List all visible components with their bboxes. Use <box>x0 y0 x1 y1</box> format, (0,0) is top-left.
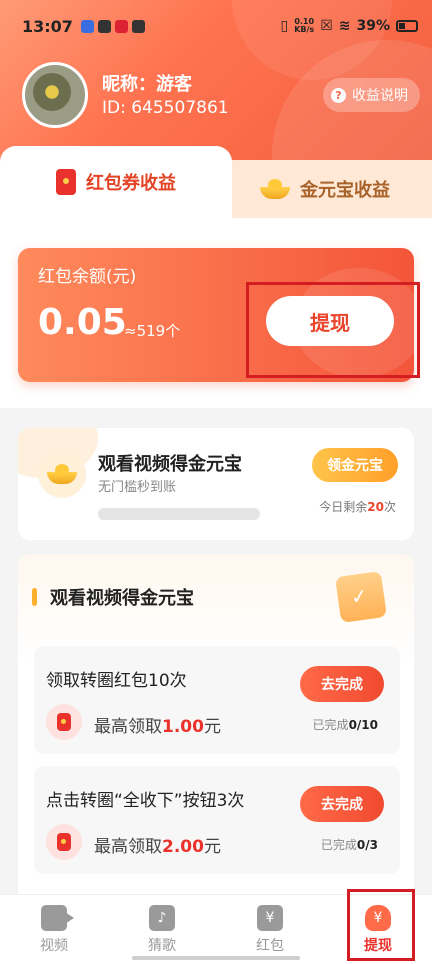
app-notification-icon <box>80 19 94 33</box>
reward-amount: 1.00 <box>162 717 204 737</box>
task-title: 领取转圈红包10次 <box>46 671 187 691</box>
nav-item-red-packet[interactable]: ¥ 红包 <box>216 895 324 964</box>
net-speed-unit: KB/s <box>294 25 315 34</box>
reward-icon <box>46 704 82 740</box>
home-indicator <box>132 956 300 960</box>
progress-prefix: 已完成 <box>312 718 349 732</box>
progress-prefix: 已完成 <box>320 838 357 852</box>
nav-label: 视频 <box>40 937 68 954</box>
reward-prefix: 最高领取 <box>94 837 162 857</box>
video-card-title: 观看视频得金元宝 <box>98 454 242 475</box>
red-packet-icon <box>57 713 71 731</box>
tab-red-packet-earnings[interactable]: 红包券收益 <box>0 146 232 218</box>
status-bar: 13:07 ▯ 0.10 KB/s ☒ ≋ 39% <box>0 0 432 52</box>
task-title: 点击转圈“全收下”按钮3次 <box>46 791 245 811</box>
highlight-box <box>246 282 420 378</box>
remaining-suffix: 次 <box>383 500 396 514</box>
reward-prefix: 最高领取 <box>94 717 162 737</box>
nav-item-video[interactable]: 视频 <box>0 895 108 964</box>
remaining-count: 今日剩余20次 <box>319 498 396 515</box>
vibrate-icon: ▯ <box>280 18 289 34</box>
app-notification-icon <box>114 19 128 33</box>
nickname: 昵称：游客 <box>102 74 192 95</box>
yuan-wallet-icon: ¥ <box>257 904 283 931</box>
remaining-prefix: 今日剩余 <box>319 500 368 514</box>
task-progress: 已完成0/3 <box>321 836 378 853</box>
earnings-help-button[interactable]: ? 收益说明 <box>323 78 420 112</box>
go-complete-button[interactable]: 去完成 <box>300 666 384 702</box>
gold-ingot-badge <box>38 450 86 498</box>
question-icon: ? <box>331 87 346 103</box>
video-progress-bar <box>98 508 260 520</box>
go-complete-button[interactable]: 去完成 <box>300 786 384 822</box>
sim-icon: ☒ <box>320 18 333 34</box>
nav-label: 红包 <box>256 937 284 954</box>
watch-video-card: 观看视频得金元宝 无门槛秒到账 领金元宝 今日剩余20次 <box>18 428 414 540</box>
progress-value: 0/3 <box>356 838 378 852</box>
reward-amount: 2.00 <box>162 837 204 857</box>
gold-ingot-icon <box>47 464 77 484</box>
battery-percent: 39% <box>356 18 390 34</box>
reward-unit: 元 <box>203 717 221 737</box>
remaining-value: 20 <box>367 500 384 514</box>
nav-label: 猜歌 <box>148 937 176 954</box>
red-packet-icon <box>57 833 71 851</box>
tab-gold-ingot-earnings[interactable]: 金元宝收益 <box>218 160 432 218</box>
video-icon <box>41 904 74 931</box>
tab-bar: 红包券收益 金元宝收益 <box>0 146 432 218</box>
highlight-box <box>347 889 415 961</box>
tiktok-icon <box>97 19 111 33</box>
avatar[interactable] <box>22 62 88 128</box>
section-accent-bar <box>32 588 37 606</box>
reward-icon <box>46 824 82 860</box>
net-speed: 0.10 KB/s <box>294 18 314 34</box>
video-card-subtitle: 无门槛秒到账 <box>98 480 177 495</box>
task-item: 领取转圈红包10次 最高领取1.00元 去完成 已完成0/10 <box>34 646 400 754</box>
reward-unit: 元 <box>203 837 221 857</box>
task-reward: 最高领取1.00元 <box>94 712 221 737</box>
progress-value: 0/10 <box>348 718 378 732</box>
tab-label: 金元宝收益 <box>300 180 390 201</box>
music-icon: ♪ <box>149 904 175 931</box>
user-id: ID: 645507861 <box>102 98 229 118</box>
gold-ingot-icon <box>260 179 290 199</box>
task-item: 点击转圈“全收下”按钮3次 最高领取2.00元 去完成 已完成0/3 <box>34 766 400 874</box>
balance-label: 红包余额(元) <box>38 267 137 287</box>
notification-icons <box>80 19 145 33</box>
battery-icon <box>396 20 418 32</box>
status-time: 13:07 <box>22 16 73 36</box>
calendar-check-icon <box>335 571 387 623</box>
balance-amount: 0.05 <box>38 302 127 343</box>
task-section: 观看视频得金元宝 领取转圈红包10次 最高领取1.00元 去完成 已完成0/10… <box>18 554 414 914</box>
earnings-help-label: 收益说明 <box>352 88 408 104</box>
balance-approx: ≈519个 <box>124 322 181 340</box>
wifi-icon: ≋ <box>338 18 351 34</box>
nav-item-guess-song[interactable]: ♪ 猜歌 <box>108 895 216 964</box>
red-packet-icon <box>56 169 76 195</box>
task-section-title: 观看视频得金元宝 <box>50 588 194 609</box>
task-progress: 已完成0/10 <box>313 716 378 733</box>
claim-gold-ingot-button[interactable]: 领金元宝 <box>312 448 398 482</box>
task-reward: 最高领取2.00元 <box>94 832 221 857</box>
tab-label: 红包券收益 <box>86 173 176 194</box>
app-notification-icon <box>131 19 145 33</box>
